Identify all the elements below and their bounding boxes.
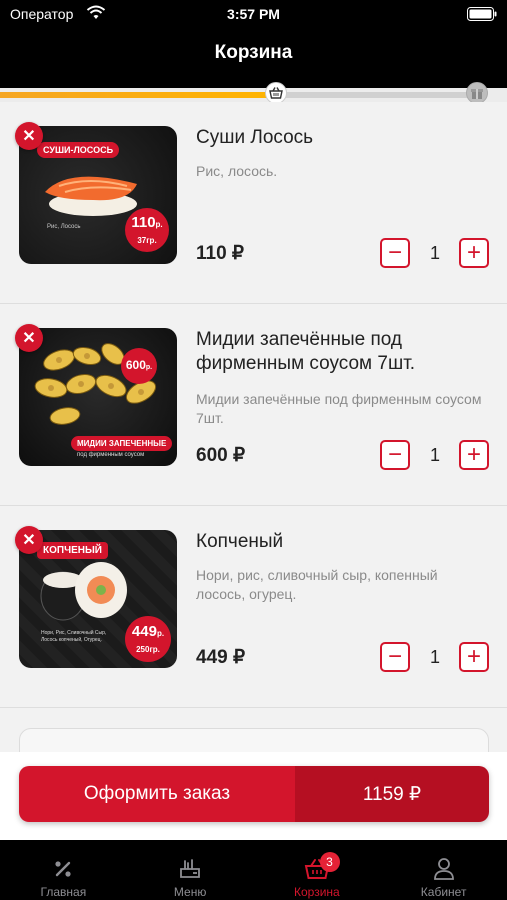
cart-item: КОПЧЕНЫЙ Нори, Рис, Сливочный Сыр, Лосос… — [0, 506, 507, 708]
item-name: Мидии запечённые под фирменным соусом 7ш… — [196, 329, 416, 374]
image-tag: СУШИ-ЛОСОСЬ — [37, 142, 120, 158]
nav-bar: Корзина — [0, 28, 507, 88]
cart-count-badge: 3 — [319, 852, 340, 872]
checkout-label: Оформить заказ — [19, 766, 295, 822]
tab-menu[interactable]: Меню — [127, 840, 254, 900]
percent-icon — [50, 856, 76, 882]
item-image: 600р. МИДИИ ЗАПЕЧЕННЫЕ под фирменным соу… — [19, 328, 177, 466]
quantity-value: 1 — [429, 647, 440, 667]
decrease-quantity-button[interactable]: − — [380, 238, 410, 268]
remove-item-button[interactable]: ✕ — [15, 526, 43, 554]
decrease-quantity-button[interactable]: − — [380, 642, 410, 672]
cart-item: 600р. МИДИИ ЗАПЕЧЕННЫЕ под фирменным соу… — [0, 304, 507, 506]
page-title: Корзина — [214, 42, 293, 63]
remove-item-button[interactable]: ✕ — [15, 122, 43, 150]
image-weight: 37гр. — [137, 236, 157, 245]
remove-item-button[interactable]: ✕ — [15, 324, 43, 352]
item-name: Копченый — [196, 531, 284, 552]
decrease-quantity-button[interactable]: − — [380, 440, 410, 470]
item-description: Рис, лосось. — [196, 163, 278, 179]
status-time: 3:57 PM — [227, 6, 280, 22]
tab-account[interactable]: Кабинет — [380, 840, 507, 900]
roll-illustration — [40, 562, 127, 621]
image-price-badge: 110р. 37гр. — [125, 208, 169, 252]
item-description: Мидии запечённые под фирменным соусом 7ш… — [196, 391, 482, 426]
image-price-badge: 600р. — [121, 348, 157, 384]
image-currency: р. — [145, 364, 153, 371]
image-weight: 250гр. — [136, 645, 160, 654]
tab-label: Главная — [40, 885, 87, 899]
image-currency: р. — [155, 220, 163, 229]
increase-quantity-button[interactable]: + — [459, 642, 489, 672]
user-icon — [431, 856, 457, 882]
basket-icon — [265, 82, 287, 104]
item-price: 449 ₽ — [196, 647, 246, 668]
quantity-value: 1 — [429, 243, 440, 263]
tab-label: Корзина — [294, 885, 340, 899]
increase-quantity-button[interactable]: + — [459, 238, 489, 268]
cart-list[interactable]: СУШИ-ЛОСОСЬ Рис, Лосось 110р. 37гр. ✕ Су… — [0, 102, 507, 752]
menu-dish-icon — [177, 856, 203, 882]
image-subtag: под фирменным соусом — [77, 452, 145, 458]
image-price: 110 — [131, 214, 156, 231]
image-price-badge: 449р. 250гр. — [125, 616, 171, 662]
progress-fill — [0, 92, 276, 98]
image-tag: КОПЧЕНЫЙ — [37, 542, 108, 559]
tab-label: Меню — [173, 885, 207, 899]
cart-item: СУШИ-ЛОСОСЬ Рис, Лосось 110р. 37гр. ✕ Су… — [0, 102, 507, 304]
image-note: Рис, Лосось — [47, 224, 81, 230]
progress-track — [0, 92, 484, 98]
item-price: 600 ₽ — [196, 445, 246, 466]
image-currency: р. — [156, 629, 165, 638]
checkout-button[interactable]: Оформить заказ 1159 ₽ — [19, 766, 489, 822]
tab-cart[interactable]: 3 Корзина — [254, 840, 381, 900]
battery-icon — [467, 7, 497, 21]
image-tag: МИДИИ ЗАПЕЧЕННЫЕ — [71, 436, 173, 451]
tab-bar: Главная Меню 3 Корзина Кабинет — [0, 840, 507, 900]
quantity-value: 1 — [429, 445, 440, 465]
gift-icon — [466, 82, 488, 104]
image-price: 449 — [131, 623, 157, 640]
checkout-area: Оформить заказ 1159 ₽ — [0, 752, 507, 840]
image-price: 600 — [125, 358, 146, 372]
order-progress — [0, 82, 507, 104]
increase-quantity-button[interactable]: + — [459, 440, 489, 470]
item-image: СУШИ-ЛОСОСЬ Рис, Лосось 110р. 37гр. — [19, 126, 177, 264]
item-price: 110 ₽ — [196, 243, 245, 264]
item-name: Суши Лосось — [196, 127, 314, 148]
tab-label: Кабинет — [420, 885, 467, 899]
image-note: Нори, Рис, Сливочный Сыр, Лосось копчены… — [41, 630, 107, 643]
item-description: Нори, рис, сливочный сыр, копенный лосос… — [196, 567, 438, 602]
salmon-sushi-illustration — [45, 176, 137, 216]
next-section-card — [19, 728, 489, 752]
checkout-total: 1159 ₽ — [295, 766, 489, 822]
tab-home[interactable]: Главная — [0, 840, 127, 900]
status-bar: Оператор 3:57 PM — [0, 0, 507, 28]
item-image: КОПЧЕНЫЙ Нори, Рис, Сливочный Сыр, Лосос… — [19, 530, 177, 668]
